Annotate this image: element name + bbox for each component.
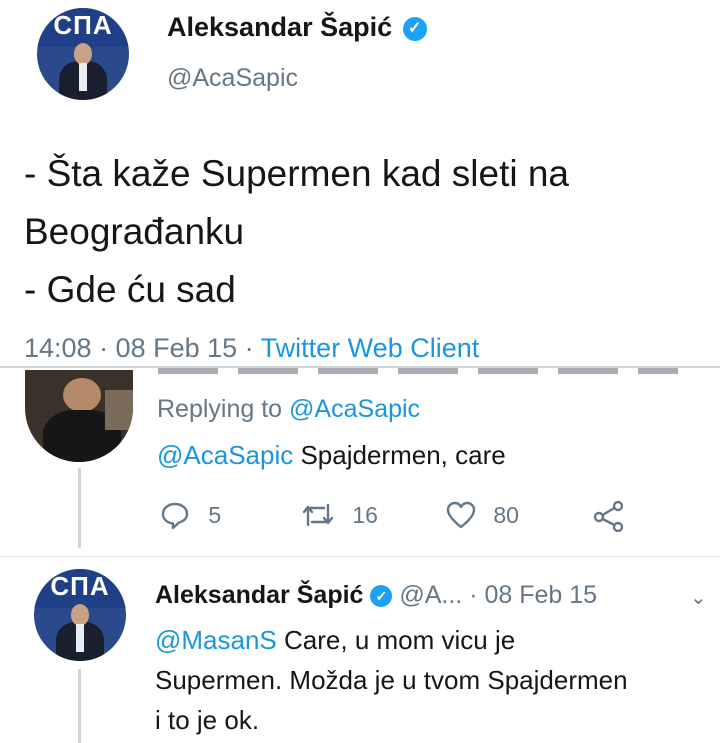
verified-badge-icon: ✓ [370, 585, 393, 608]
tweet-date[interactable]: · 08 Feb 15 [469, 581, 597, 609]
share-action[interactable] [592, 500, 626, 533]
share-icon [593, 500, 624, 533]
author-name[interactable]: Aleksandar Šapić ✓ [167, 12, 427, 43]
chevron-down-icon[interactable]: ⌄ [690, 585, 707, 610]
second-reply-tweet: СПА Aleksandar Šapić ✓ @A... · 08 Feb 15… [0, 557, 720, 743]
retweet-icon [302, 503, 334, 527]
reply-text: @MasanS Care, u mom vicu je Supermen. Mo… [155, 625, 628, 735]
tweet-text-line: - Gde ću sad [24, 269, 236, 310]
mention-link[interactable]: @AcaSapic [157, 440, 293, 470]
replying-to: Replying to @AcaSapic [157, 395, 421, 423]
avatar-logo-text: СПА [50, 571, 110, 601]
reply-count: 5 [208, 501, 222, 528]
author-handle[interactable]: @AcaSapic [167, 64, 298, 93]
thread-line [78, 669, 81, 743]
main-tweet: СПА Aleksandar Šapić ✓ @AcaSapic - Šta k… [0, 0, 720, 368]
tweet-meta: 14:08 · 08 Feb 15 · Twitter Web Client [24, 333, 479, 364]
reply-icon [161, 502, 189, 530]
author-avatar[interactable]: СПА [34, 569, 126, 661]
reply-header: Aleksandar Šapić ✓ @A... · 08 Feb 15 [155, 581, 597, 610]
reply-tweet: Replying to @AcaSapic @AcaSapic Spajderm… [0, 368, 720, 548]
retweet-action[interactable]: 16 [300, 500, 378, 530]
heart-icon [446, 501, 476, 529]
like-count: 80 [493, 501, 519, 528]
tweet-text: - Šta kaže Supermen kad sleti na Beograđ… [24, 145, 569, 319]
verified-badge-icon: ✓ [402, 16, 427, 41]
reply-action[interactable]: 5 [160, 500, 221, 530]
tweet-client-link[interactable]: Twitter Web Client [261, 333, 480, 363]
replying-to-handle[interactable]: @AcaSapic [289, 395, 420, 423]
avatar-logo-text: СПА [53, 10, 113, 40]
retweet-count: 16 [352, 501, 378, 528]
reply-text: @AcaSapic Spajdermen, care [157, 440, 506, 470]
author-name[interactable]: Aleksandar Šapić [155, 581, 363, 609]
tweet-text-line: - Šta kaže Supermen kad sleti na [24, 153, 570, 194]
mention-link[interactable]: @MasanS [155, 625, 277, 655]
replier-avatar[interactable] [25, 370, 133, 462]
reply-actions: 5 16 80 [160, 500, 640, 536]
tweet-text-line: Beograđanku [24, 211, 245, 252]
tweet-timestamp[interactable]: 14:08 · 08 Feb 15 · [24, 333, 254, 363]
like-action[interactable]: 80 [445, 500, 519, 530]
author-handle[interactable]: @A... [399, 581, 462, 609]
thread-line [78, 468, 81, 548]
author-avatar[interactable]: СПА [37, 8, 129, 100]
